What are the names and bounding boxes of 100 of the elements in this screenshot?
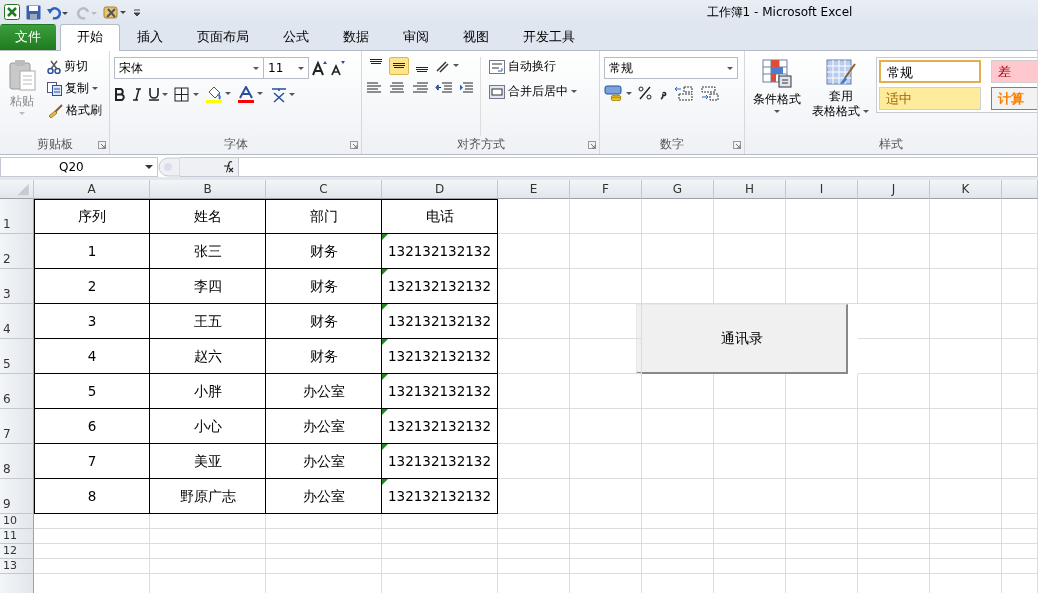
copy-button[interactable]: 复制: [43, 79, 106, 98]
empty-cell[interactable]: [642, 544, 714, 559]
empty-cell[interactable]: [498, 479, 570, 514]
empty-cell[interactable]: [498, 444, 570, 479]
empty-cell[interactable]: [930, 234, 1002, 269]
borders-icon[interactable]: [174, 86, 200, 102]
empty-cell[interactable]: [930, 529, 1002, 544]
empty-cell[interactable]: [786, 199, 858, 234]
empty-cell[interactable]: [930, 514, 1002, 529]
bold-icon[interactable]: [114, 87, 126, 101]
ribbon-tab[interactable]: 开始: [60, 24, 120, 51]
formula-field[interactable]: [238, 157, 1038, 177]
column-header[interactable]: G: [642, 180, 714, 199]
tools-icon[interactable]: [103, 4, 127, 20]
empty-cell[interactable]: [382, 559, 498, 574]
empty-cell[interactable]: [1002, 559, 1038, 574]
dialog-launcher-icon[interactable]: [733, 141, 741, 149]
empty-cell[interactable]: [498, 269, 570, 304]
increase-decimal-icon[interactable]: [674, 85, 694, 101]
orientation-icon[interactable]: [435, 59, 459, 73]
row-header[interactable]: 2: [0, 234, 34, 269]
empty-cell[interactable]: [570, 529, 642, 544]
excel-logo-icon[interactable]: [4, 4, 20, 20]
empty-cell[interactable]: [930, 444, 1002, 479]
empty-cell[interactable]: [714, 514, 786, 529]
wrap-text-button[interactable]: 自动换行: [485, 57, 581, 76]
empty-cell[interactable]: [498, 544, 570, 559]
grow-font-icon[interactable]: [312, 60, 328, 76]
caret-icon[interactable]: [253, 66, 259, 70]
conditional-formatting-button[interactable]: 条件格式: [749, 57, 805, 136]
empty-cell[interactable]: [642, 529, 714, 544]
fill-color-icon[interactable]: [206, 85, 232, 103]
empty-cell[interactable]: [714, 409, 786, 444]
empty-cell[interactable]: [382, 529, 498, 544]
empty-cell[interactable]: [786, 409, 858, 444]
empty-cell[interactable]: [714, 199, 786, 234]
row-header[interactable]: 3: [0, 269, 34, 304]
empty-cell[interactable]: [786, 529, 858, 544]
empty-cell[interactable]: [930, 559, 1002, 574]
empty-cell[interactable]: [642, 479, 714, 514]
empty-cell[interactable]: [714, 479, 786, 514]
font-color-icon[interactable]: [238, 85, 264, 103]
empty-cell[interactable]: [858, 479, 930, 514]
ribbon-tab[interactable]: 视图: [446, 24, 506, 50]
empty-cell[interactable]: [786, 444, 858, 479]
empty-cell[interactable]: [642, 444, 714, 479]
empty-cell[interactable]: [150, 514, 266, 529]
empty-cell[interactable]: [498, 374, 570, 409]
paste-button[interactable]: 粘贴: [4, 57, 40, 136]
empty-cell[interactable]: [1002, 529, 1038, 544]
empty-cell[interactable]: [714, 234, 786, 269]
row-header[interactable]: 4: [0, 304, 34, 339]
row-header[interactable]: 9: [0, 479, 34, 514]
empty-cell[interactable]: [786, 514, 858, 529]
column-header[interactable]: K: [930, 180, 1002, 199]
empty-cell[interactable]: [1002, 234, 1038, 269]
empty-cell[interactable]: [570, 544, 642, 559]
empty-cell[interactable]: [714, 444, 786, 479]
empty-cell[interactable]: [786, 544, 858, 559]
shrink-font-icon[interactable]: [331, 60, 345, 76]
empty-cell[interactable]: [930, 409, 1002, 444]
clipboard-icon[interactable]: [8, 59, 36, 91]
empty-cell[interactable]: [498, 409, 570, 444]
empty-cell[interactable]: [858, 444, 930, 479]
row-header[interactable]: 10: [0, 514, 34, 529]
empty-cell[interactable]: [930, 479, 1002, 514]
empty-cell[interactable]: [266, 514, 382, 529]
column-header[interactable]: C: [266, 180, 382, 199]
empty-cell[interactable]: [1002, 444, 1038, 479]
empty-cell[interactable]: [930, 544, 1002, 559]
empty-cell[interactable]: [150, 559, 266, 574]
empty-cell[interactable]: [570, 234, 642, 269]
splitter-handle-icon[interactable]: [158, 157, 180, 177]
empty-cell[interactable]: [642, 199, 714, 234]
row-header[interactable]: 5: [0, 339, 34, 374]
empty-cell[interactable]: [570, 374, 642, 409]
undo-icon[interactable]: [47, 4, 69, 20]
column-header[interactable]: I: [786, 180, 858, 199]
empty-cell[interactable]: [1002, 479, 1038, 514]
column-header[interactable]: E: [498, 180, 570, 199]
empty-cell[interactable]: [714, 559, 786, 574]
empty-cell[interactable]: [858, 559, 930, 574]
empty-cell[interactable]: [786, 234, 858, 269]
column-header[interactable]: H: [714, 180, 786, 199]
empty-cell[interactable]: [498, 559, 570, 574]
save-icon[interactable]: [26, 4, 41, 20]
column-header[interactable]: D: [382, 180, 498, 199]
empty-cell[interactable]: [498, 304, 570, 339]
cell-style[interactable]: 常规: [879, 60, 981, 83]
empty-cell[interactable]: [1002, 199, 1038, 234]
ribbon-tab[interactable]: 公式: [266, 24, 326, 50]
column-header[interactable]: J: [858, 180, 930, 199]
empty-cell[interactable]: [858, 409, 930, 444]
ribbon-tab[interactable]: 页面布局: [180, 24, 266, 50]
caret-icon[interactable]: [727, 66, 733, 70]
ribbon-tab[interactable]: 开发工具: [506, 24, 592, 50]
empty-cell[interactable]: [930, 269, 1002, 304]
empty-cell[interactable]: [1002, 409, 1038, 444]
empty-cell[interactable]: [498, 234, 570, 269]
empty-cell[interactable]: [570, 514, 642, 529]
